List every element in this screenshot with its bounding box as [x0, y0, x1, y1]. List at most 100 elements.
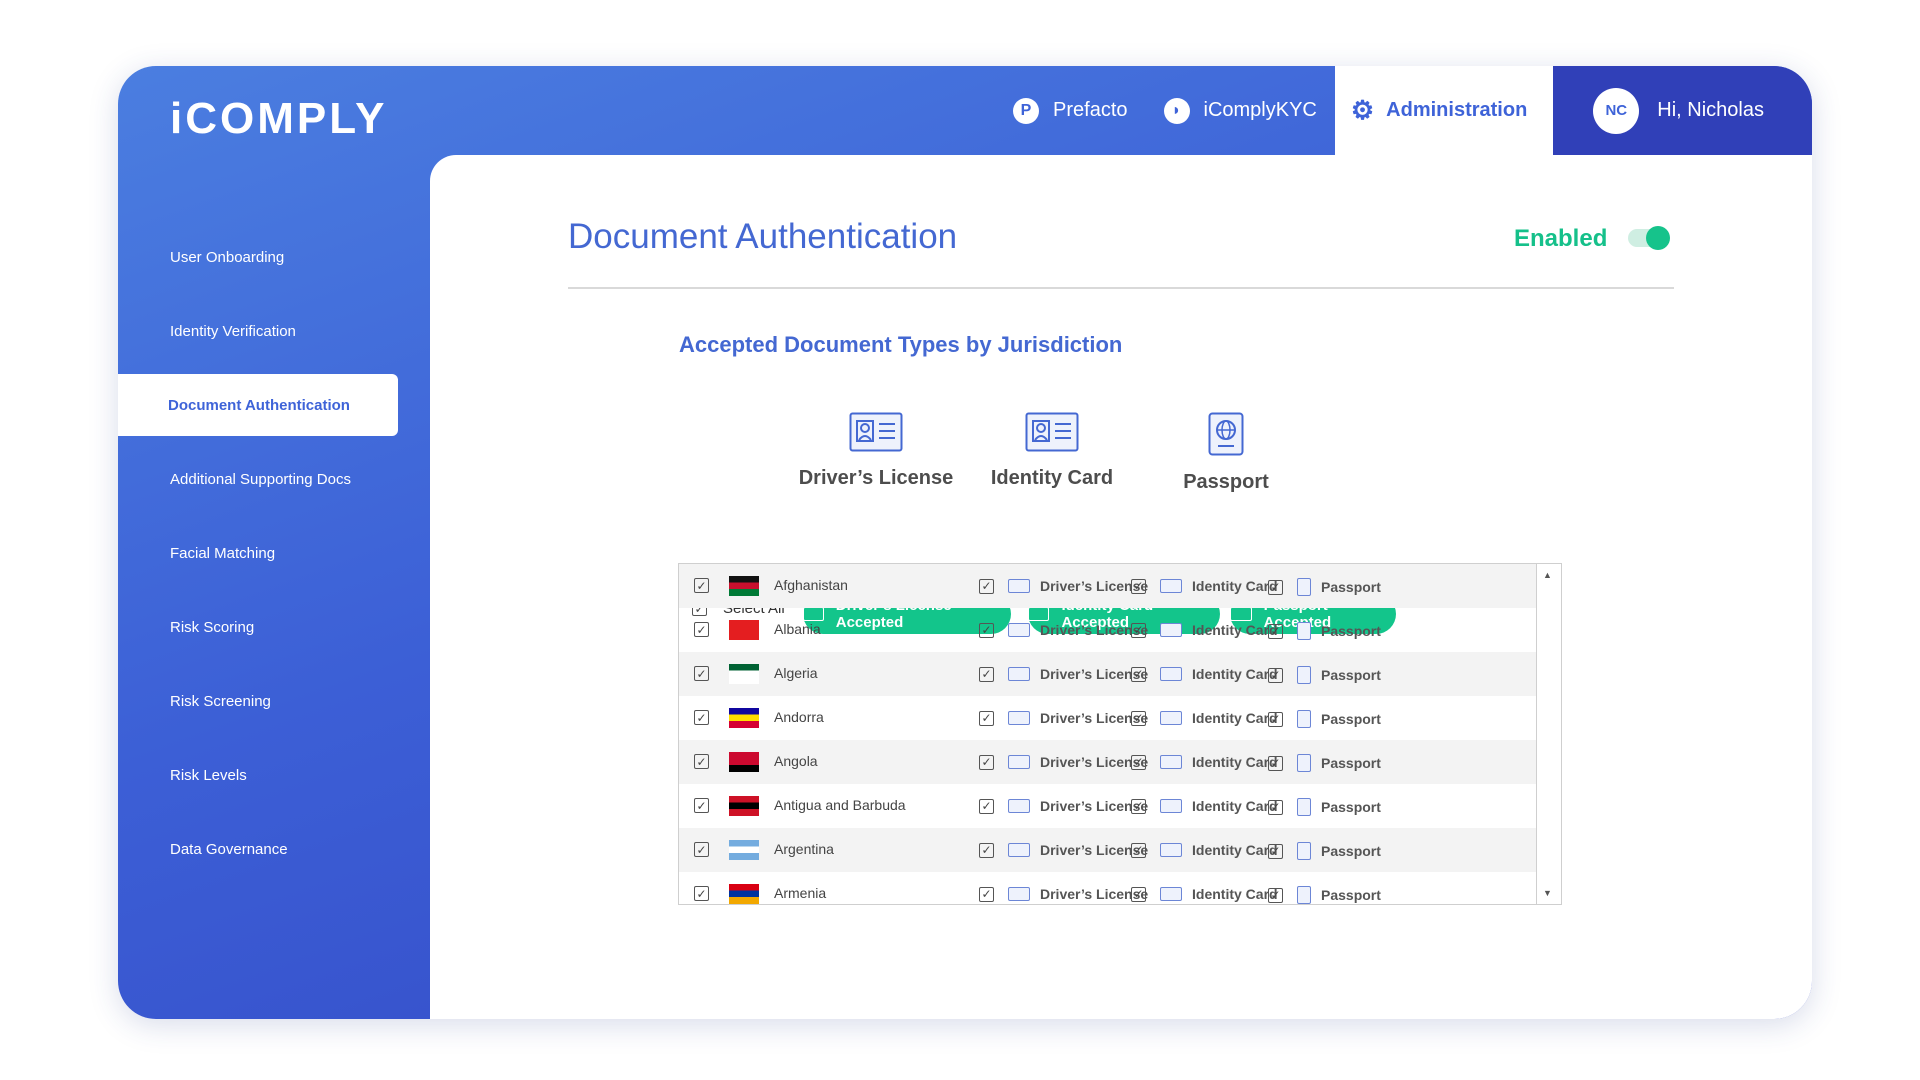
- scrollbar[interactable]: ▲ ▼: [1536, 564, 1561, 904]
- dl-checkbox[interactable]: ✓: [979, 578, 994, 594]
- id-checkbox[interactable]: ✓: [1131, 886, 1146, 902]
- pp-checkbox[interactable]: ✓: [1268, 711, 1283, 727]
- nav-prefacto[interactable]: P Prefacto: [995, 66, 1145, 155]
- table-row: ✓ Albania ✓ Driver’s License ✓ Identity Card ✓…: [679, 608, 1537, 652]
- dl-checkbox[interactable]: ✓: [979, 754, 994, 770]
- id-checkbox[interactable]: ✓: [1131, 842, 1146, 858]
- pp-checkbox[interactable]: ✓: [1268, 623, 1283, 639]
- id-label: Identity Card: [1192, 798, 1278, 814]
- sidebar-item-user-onboarding[interactable]: User Onboarding: [118, 226, 398, 288]
- id-label: Identity Card: [1192, 578, 1278, 594]
- row-checkbox[interactable]: ✓: [694, 622, 709, 637]
- sidebar-item-data-governance[interactable]: Data Governance: [118, 818, 398, 880]
- dl-cell: ✓ Driver’s License: [979, 666, 1148, 682]
- jurisdiction-table: ✓ Afghanistan ✓ Driver’s License ✓ Identity C…: [678, 563, 1562, 905]
- pp-cell: ✓ Passport: [1268, 842, 1381, 860]
- gear-icon: ⚙: [1350, 95, 1375, 125]
- sidebar-item-additional-supporting-docs[interactable]: Additional Supporting Docs: [118, 448, 398, 510]
- nav-administration-label: Administration: [1386, 99, 1528, 121]
- id-cell: ✓ Identity Card: [1131, 710, 1278, 726]
- identity-card-icon: [1160, 799, 1182, 813]
- user-menu[interactable]: NC Hi, Nicholas: [1553, 66, 1812, 155]
- row-checkbox[interactable]: ✓: [694, 842, 709, 857]
- status-label: Enabled: [1514, 225, 1608, 252]
- id-cell: ✓ Identity Card: [1131, 754, 1278, 770]
- table-row: ✓ Andorra ✓ Driver’s License ✓ Identity Card ✓…: [679, 696, 1537, 740]
- drivers-license-icon: [1008, 623, 1030, 637]
- drivers-license-icon: [1008, 667, 1030, 681]
- table-row: ✓ Antigua and Barbuda ✓ Driver’s License ✓ Id…: [679, 784, 1537, 828]
- id-label: Identity Card: [1192, 842, 1278, 858]
- nav-administration[interactable]: ⚙ Administration: [1334, 66, 1554, 155]
- sidebar-item-document-authentication[interactable]: Document Authentication: [118, 374, 398, 436]
- flag-icon: [729, 620, 759, 640]
- row-checkbox[interactable]: ✓: [694, 710, 709, 725]
- id-checkbox[interactable]: ✓: [1131, 578, 1146, 594]
- dl-cell: ✓ Driver’s License: [979, 842, 1148, 858]
- enabled-toggle[interactable]: [1628, 226, 1670, 250]
- dl-checkbox[interactable]: ✓: [979, 798, 994, 814]
- dl-checkbox[interactable]: ✓: [979, 842, 994, 858]
- section-title: Accepted Document Types by Jurisdiction: [679, 332, 1123, 357]
- identity-card-icon: [1160, 887, 1182, 901]
- sidebar-item-risk-scoring[interactable]: Risk Scoring: [118, 596, 398, 658]
- pp-label: Passport: [1321, 623, 1381, 639]
- dl-checkbox[interactable]: ✓: [979, 886, 994, 902]
- main-panel: Document Authentication Enabled Accepted…: [430, 155, 1812, 1019]
- identity-card-icon: [1160, 667, 1182, 681]
- dl-checkbox[interactable]: ✓: [979, 622, 994, 638]
- pp-checkbox[interactable]: ✓: [1268, 887, 1283, 903]
- avatar: NC: [1593, 87, 1640, 134]
- identity-card-icon: [1160, 843, 1182, 857]
- dl-cell: ✓ Driver’s License: [979, 578, 1148, 594]
- id-checkbox[interactable]: ✓: [1131, 710, 1146, 726]
- sidebar-item-risk-screening[interactable]: Risk Screening: [118, 670, 398, 732]
- table-row: ✓ Algeria ✓ Driver’s License ✓ Identity Card ✓…: [679, 652, 1537, 696]
- brand-logo: iCOMPLY: [170, 94, 388, 143]
- doc-type-passport: Passport: [1136, 412, 1316, 494]
- id-cell: ✓ Identity Card: [1131, 622, 1278, 638]
- scroll-down-icon[interactable]: ▼: [1543, 888, 1552, 898]
- table-row: ✓ Argentina ✓ Driver’s License ✓ Identity Car…: [679, 828, 1537, 872]
- row-checkbox[interactable]: ✓: [694, 754, 709, 769]
- dl-checkbox[interactable]: ✓: [979, 666, 994, 682]
- id-checkbox[interactable]: ✓: [1131, 622, 1146, 638]
- id-checkbox[interactable]: ✓: [1131, 754, 1146, 770]
- sidebar-item-identity-verification[interactable]: Identity Verification: [118, 300, 398, 362]
- scroll-up-icon[interactable]: ▲: [1543, 570, 1552, 580]
- row-checkbox[interactable]: ✓: [694, 666, 709, 681]
- id-checkbox[interactable]: ✓: [1131, 666, 1146, 682]
- pp-checkbox[interactable]: ✓: [1268, 667, 1283, 683]
- identity-card-icon: [1160, 579, 1182, 593]
- sidebar-item-risk-levels[interactable]: Risk Levels: [118, 744, 398, 806]
- id-checkbox[interactable]: ✓: [1131, 798, 1146, 814]
- id-cell: ✓ Identity Card: [1131, 842, 1278, 858]
- drivers-license-icon: [1008, 711, 1030, 725]
- sidebar-item-facial-matching[interactable]: Facial Matching: [118, 522, 398, 584]
- pp-checkbox[interactable]: ✓: [1268, 579, 1283, 595]
- row-checkbox[interactable]: ✓: [694, 886, 709, 901]
- passport-icon: [1297, 622, 1311, 640]
- nav-icomplykyc[interactable]: ◗ iComplyKYC: [1146, 66, 1335, 155]
- page-title: Document Authentication: [568, 217, 958, 256]
- pp-cell: ✓ Passport: [1268, 578, 1381, 596]
- row-checkbox[interactable]: ✓: [694, 578, 709, 593]
- icomply-kyc-icon: ◗: [1163, 97, 1190, 124]
- country-name: Afghanistan: [774, 577, 848, 593]
- row-checkbox[interactable]: ✓: [694, 798, 709, 813]
- pp-checkbox[interactable]: ✓: [1268, 799, 1283, 815]
- flag-icon: [729, 884, 759, 904]
- pp-checkbox[interactable]: ✓: [1268, 843, 1283, 859]
- sidebar: User Onboarding Identity Verification Do…: [118, 226, 430, 892]
- id-label: Identity Card: [1192, 754, 1278, 770]
- passport-icon: [1297, 666, 1311, 684]
- pp-checkbox[interactable]: ✓: [1268, 755, 1283, 771]
- country-name: Andorra: [774, 709, 824, 725]
- id-label: Identity Card: [1192, 886, 1278, 902]
- prefacto-icon: P: [1013, 97, 1040, 124]
- dl-checkbox[interactable]: ✓: [979, 710, 994, 726]
- identity-card-icon: [1160, 755, 1182, 769]
- dl-cell: ✓ Driver’s License: [979, 710, 1148, 726]
- pp-cell: ✓ Passport: [1268, 710, 1381, 728]
- flag-icon: [729, 708, 759, 728]
